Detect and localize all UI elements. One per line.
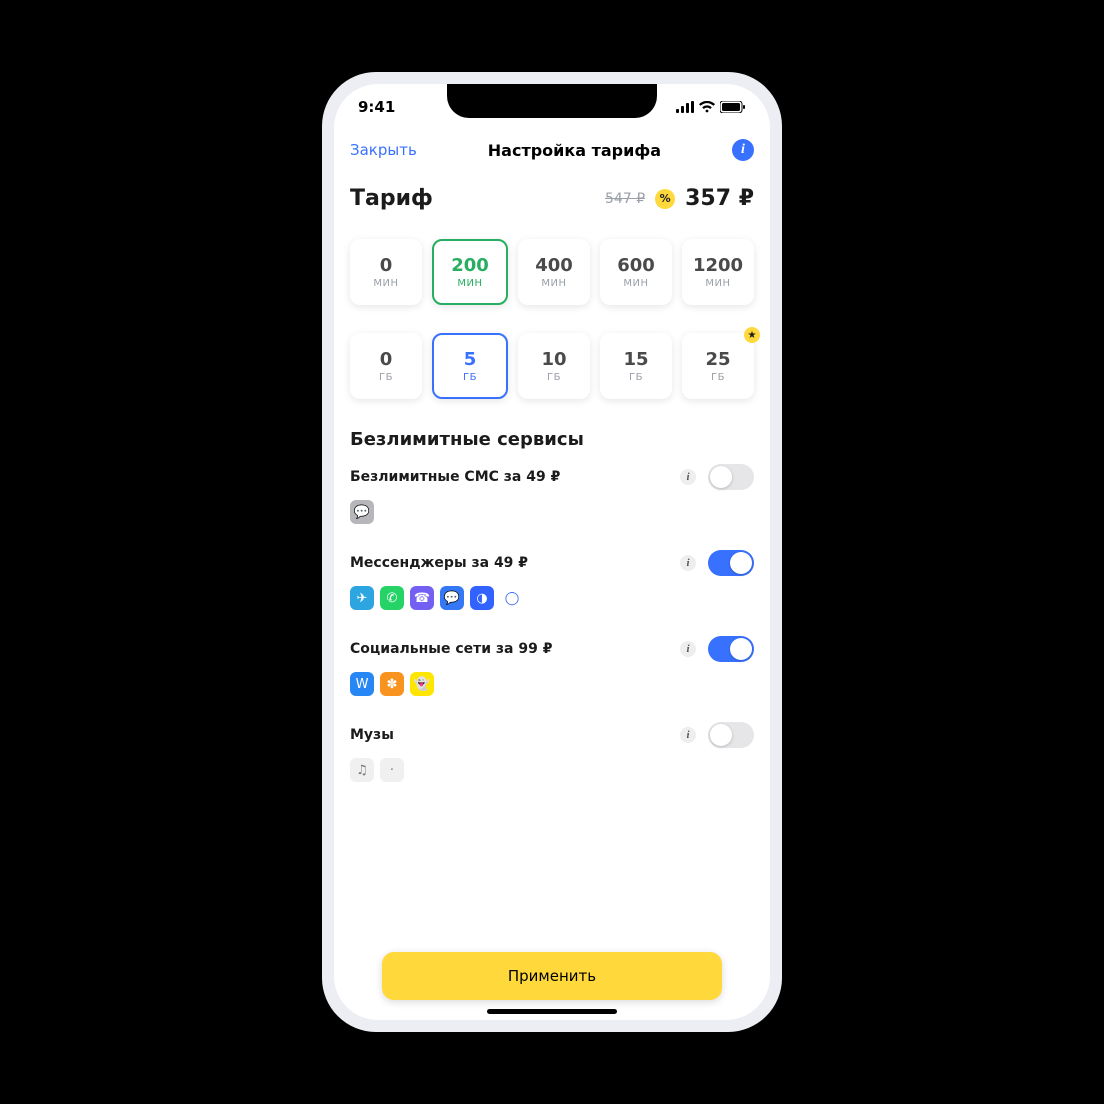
chat-icon: ◑ (470, 586, 494, 610)
service-toggle[interactable] (708, 722, 754, 748)
gb-unit: ГБ (547, 372, 561, 383)
imessage-icon: 💬 (440, 586, 464, 610)
minutes-unit: МИН (373, 278, 398, 289)
service-item: Мессенджеры за 49 ₽ i ✈✆☎💬◑◯ (350, 550, 754, 610)
gb-picker: 0ГБ5ГБ10ГБ15ГБ★25ГБ (350, 333, 754, 399)
gb-unit: ГБ (463, 372, 477, 383)
gb-option-5[interactable]: 5 ГБ (432, 333, 508, 399)
gb-unit: ГБ (379, 372, 393, 383)
service-label: Безлимитные СМС за 49 ₽ (350, 469, 560, 485)
star-icon: ★ (744, 327, 760, 343)
service-info-button[interactable]: i (680, 555, 696, 571)
home-indicator (487, 1009, 617, 1014)
service-info-button[interactable]: i (680, 469, 696, 485)
service-controls: i (680, 550, 754, 576)
gb-value: 10 (541, 349, 566, 370)
service-head: Музы i (350, 722, 754, 748)
service-item: Безлимитные СМС за 49 ₽ i 💬 (350, 464, 754, 524)
service-toggle[interactable] (708, 550, 754, 576)
telegram-icon: ✈ (350, 586, 374, 610)
service-controls: i (680, 636, 754, 662)
minutes-option-1200[interactable]: 1200 МИН (682, 239, 754, 305)
content: Тариф 547 ₽ % 357 ₽ 0 МИН 200 МИН 400 МИН 600 М… (334, 170, 770, 1020)
minutes-value: 1200 (693, 255, 743, 276)
service-head: Безлимитные СМС за 49 ₽ i (350, 464, 754, 490)
service-toggle[interactable] (708, 636, 754, 662)
service-toggle[interactable] (708, 464, 754, 490)
gb-unit: ГБ (629, 372, 643, 383)
service-icons: 💬 (350, 500, 754, 524)
viber-icon: ☎ (410, 586, 434, 610)
tariff-label: Тариф (350, 186, 433, 211)
battery-icon (720, 101, 746, 113)
gb-value: 5 (464, 349, 477, 370)
whatsapp-icon: ✆ (380, 586, 404, 610)
minutes-picker: 0 МИН 200 МИН 400 МИН 600 МИН 1200 МИН (350, 239, 754, 305)
minutes-unit: МИН (705, 278, 730, 289)
old-price: 547 ₽ (605, 191, 645, 207)
services-list: Безлимитные СМС за 49 ₽ i 💬 Мессенджеры … (350, 464, 754, 782)
minutes-unit: МИН (623, 278, 648, 289)
service-icons: ♫· (350, 758, 754, 782)
music-icon: ♫ (350, 758, 374, 782)
gb-option-0[interactable]: 0 ГБ (350, 333, 422, 399)
phone-frame: 9:41 Закрыть Настройка тарифа i Тариф 54… (322, 72, 782, 1032)
close-button[interactable]: Закрыть (350, 141, 417, 159)
page-title: Настройка тарифа (488, 141, 661, 160)
vk-icon: W (350, 672, 374, 696)
unlimited-heading: Безлимитные сервисы (350, 429, 754, 450)
price-line: Тариф 547 ₽ % 357 ₽ (350, 186, 754, 211)
service-label: Музы (350, 727, 394, 743)
minutes-value: 0 (380, 255, 393, 276)
minutes-option-600[interactable]: 600 МИН (600, 239, 672, 305)
snapchat-icon: 👻 (410, 672, 434, 696)
service-icons: ✈✆☎💬◑◯ (350, 586, 754, 610)
gb-value: 25 (705, 349, 730, 370)
status-time: 9:41 (358, 98, 395, 116)
service-info-button[interactable]: i (680, 727, 696, 743)
info-button[interactable]: i (732, 139, 754, 161)
minutes-unit: МИН (457, 278, 482, 289)
service-head: Мессенджеры за 49 ₽ i (350, 550, 754, 576)
gb-value: 0 (380, 349, 393, 370)
notch (447, 84, 657, 118)
service-icons: W✽👻 (350, 672, 754, 696)
discount-icon: % (655, 189, 675, 209)
gb-unit: ГБ (711, 372, 725, 383)
gb-option-15[interactable]: 15 ГБ (600, 333, 672, 399)
ok-icon: ✽ (380, 672, 404, 696)
service-head: Социальные сети за 99 ₽ i (350, 636, 754, 662)
gb-value: 15 (623, 349, 648, 370)
minutes-value: 400 (535, 255, 573, 276)
minutes-value: 600 (617, 255, 655, 276)
service-item: Музы i ♫· (350, 722, 754, 782)
screen: 9:41 Закрыть Настройка тарифа i Тариф 54… (334, 84, 770, 1020)
gb-option-25[interactable]: ★25ГБ (682, 333, 754, 399)
price-box: 547 ₽ % 357 ₽ (605, 186, 754, 211)
service-info-button[interactable]: i (680, 641, 696, 657)
service-label: Социальные сети за 99 ₽ (350, 641, 552, 657)
cellular-icon (676, 101, 694, 113)
minutes-unit: МИН (541, 278, 566, 289)
minutes-option-0[interactable]: 0 МИН (350, 239, 422, 305)
service-controls: i (680, 464, 754, 490)
apply-wrap: Применить (334, 952, 770, 1000)
wifi-icon (699, 101, 715, 113)
service-item: Социальные сети за 99 ₽ i W✽👻 (350, 636, 754, 696)
new-price: 357 ₽ (685, 186, 754, 211)
minutes-value: 200 (451, 255, 489, 276)
service-controls: i (680, 722, 754, 748)
sms-icon: 💬 (350, 500, 374, 524)
minutes-option-200[interactable]: 200 МИН (432, 239, 508, 305)
minutes-option-400[interactable]: 400 МИН (518, 239, 590, 305)
service-label: Мессенджеры за 49 ₽ (350, 555, 528, 571)
line-icon: ◯ (500, 586, 524, 610)
gb-option-10[interactable]: 10 ГБ (518, 333, 590, 399)
apply-button[interactable]: Применить (382, 952, 722, 1000)
top-nav: Закрыть Настройка тарифа i (334, 130, 770, 170)
status-icons (676, 101, 746, 113)
music2-icon: · (380, 758, 404, 782)
